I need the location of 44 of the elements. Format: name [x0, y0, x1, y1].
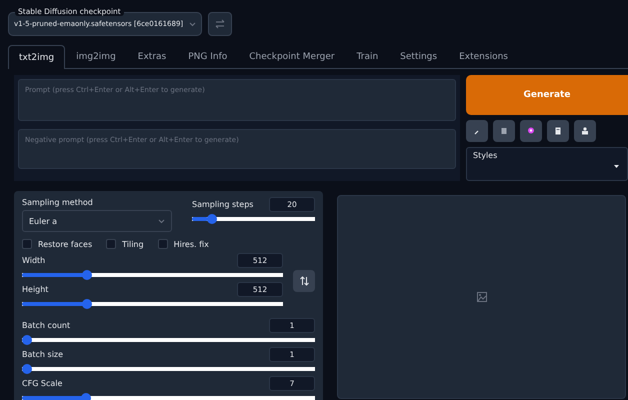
tool-button[interactable]: [574, 120, 596, 142]
slider-label: Height: [22, 285, 48, 294]
swap-arrows-icon: [300, 276, 308, 286]
tab[interactable]: Settings: [389, 45, 448, 68]
slider-label: Width: [22, 256, 46, 265]
tab[interactable]: Extensions: [448, 45, 519, 68]
slider-label: Batch count: [22, 321, 70, 330]
checkbox-label: Tiling: [122, 240, 144, 248]
slider-thumb[interactable]: [206, 214, 217, 224]
slider-thumb[interactable]: [82, 299, 92, 309]
slider-thumb[interactable]: [82, 270, 92, 280]
checkbox-label: Hires. fix: [174, 240, 209, 248]
sampling-method-dropdown[interactable]: Euler a: [22, 210, 172, 232]
refresh-button[interactable]: [208, 12, 232, 36]
styles-dropdown[interactable]: Styles: [466, 147, 628, 181]
arrows-icon: [215, 19, 225, 29]
slider-thumb[interactable]: [22, 335, 32, 345]
clipboard-icon: [553, 126, 563, 136]
slider-label: Batch size: [22, 350, 64, 359]
slider-thumb[interactable]: [22, 364, 32, 374]
tab[interactable]: Train: [346, 45, 390, 68]
tab[interactable]: img2img: [65, 45, 127, 68]
checkbox-label: Restore faces: [38, 240, 92, 248]
swap-button[interactable]: [293, 270, 315, 292]
slider-label: Sampling steps: [192, 200, 254, 209]
tab[interactable]: PNG Info: [177, 45, 238, 68]
caret-icon: [614, 165, 619, 168]
slider-track[interactable]: [22, 335, 315, 345]
slider-track[interactable]: [22, 393, 315, 400]
chevron-icon: [189, 22, 196, 26]
tab[interactable]: Extras: [126, 45, 178, 68]
checkbox[interactable]: [158, 239, 168, 249]
sampling-method-label: Sampling method: [22, 198, 94, 207]
checkbox[interactable]: [106, 239, 116, 249]
tool-button[interactable]: [547, 120, 569, 142]
tool-button[interactable]: [493, 120, 515, 142]
tab[interactable]: txt2img: [8, 45, 66, 69]
slider-label: CFG Scale: [22, 379, 62, 388]
chevron-icon: [158, 218, 165, 224]
tab[interactable]: Checkpoint Merger: [238, 45, 346, 68]
slider-thumb[interactable]: [81, 393, 92, 400]
checkbox[interactable]: [22, 239, 32, 249]
image-icon: [476, 292, 486, 302]
slider-track[interactable]: [22, 364, 315, 374]
